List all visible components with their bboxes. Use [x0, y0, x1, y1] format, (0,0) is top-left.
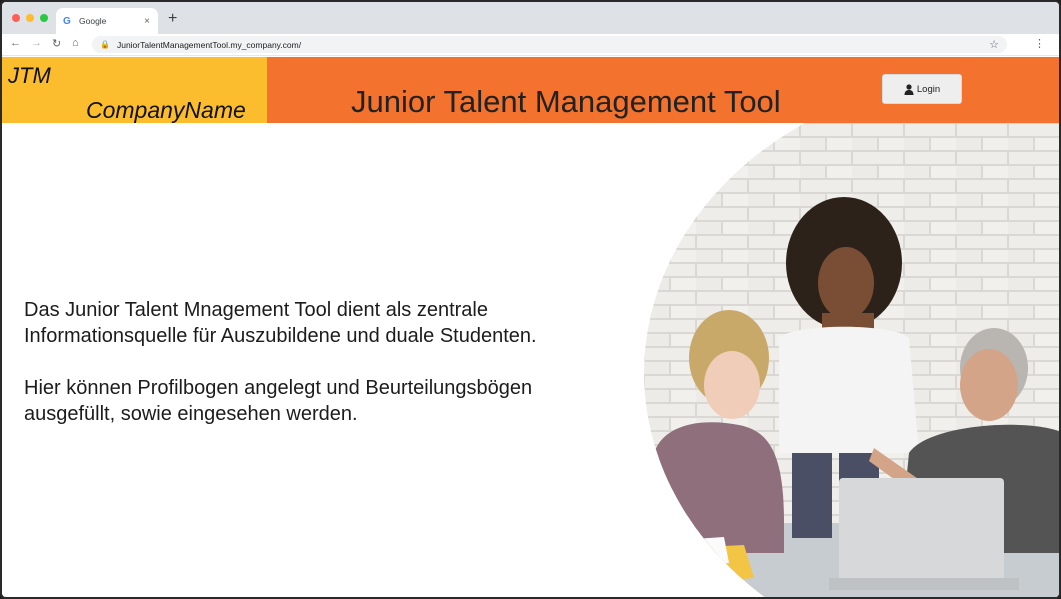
bookmark-star-icon[interactable]: ☆	[989, 38, 999, 51]
more-menu-icon[interactable]: ⋮	[1034, 37, 1045, 50]
browser-toolbar: ← → ↻ ⌂ 🔒 JuniorTalentManagementTool.my_…	[2, 34, 1059, 56]
tab-title: Google	[79, 16, 107, 26]
intro-line: Informationsquelle für Auszubildene und …	[24, 325, 537, 347]
tab-close-icon[interactable]: ×	[144, 16, 150, 27]
reload-icon[interactable]: ↻	[52, 37, 61, 50]
intro-text: Das Junior Talent Mnagement Tool dient a…	[24, 297, 644, 427]
maximize-window-button[interactable]	[40, 14, 48, 22]
intro-line: Hier können Profilbogen angelegt und Beu…	[24, 377, 533, 399]
header-banner: Junior Talent Management Tool Login	[267, 57, 1059, 123]
browser-window: G Google × + ← → ↻ ⌂ 🔒 JuniorTalentManag…	[0, 0, 1061, 599]
user-icon	[904, 83, 914, 95]
address-bar[interactable]: 🔒 JuniorTalentManagementTool.my_company.…	[92, 36, 1007, 53]
google-favicon-icon: G	[63, 15, 71, 27]
home-icon[interactable]: ⌂	[72, 37, 79, 49]
login-button[interactable]: Login	[882, 74, 962, 104]
minimize-window-button[interactable]	[26, 14, 34, 22]
page-content: JTM CompanyName Junior Talent Management…	[2, 57, 1059, 597]
lock-icon: 🔒	[100, 40, 110, 49]
close-window-button[interactable]	[12, 14, 20, 22]
intro-line: Das Junior Talent Mnagement Tool dient a…	[24, 299, 488, 321]
company-name: CompanyName	[86, 97, 246, 123]
brand-abbreviation: JTM	[8, 63, 51, 88]
back-arrow-icon[interactable]: ←	[10, 37, 21, 49]
browser-tab[interactable]: G Google ×	[56, 8, 158, 34]
login-label: Login	[916, 83, 941, 95]
team-at-laptop-photo	[644, 123, 1059, 597]
new-tab-button[interactable]: +	[168, 10, 177, 28]
intro-line: ausgefüllt, sowie eingesehen werden.	[24, 403, 358, 425]
page-title: Junior Talent Management Tool	[351, 84, 781, 119]
url-text[interactable]: JuniorTalentManagementTool.my_company.co…	[117, 40, 989, 50]
brand-block: JTM CompanyName	[2, 57, 267, 123]
tab-strip: G Google × +	[2, 2, 1059, 34]
forward-arrow-icon[interactable]: →	[31, 37, 42, 49]
